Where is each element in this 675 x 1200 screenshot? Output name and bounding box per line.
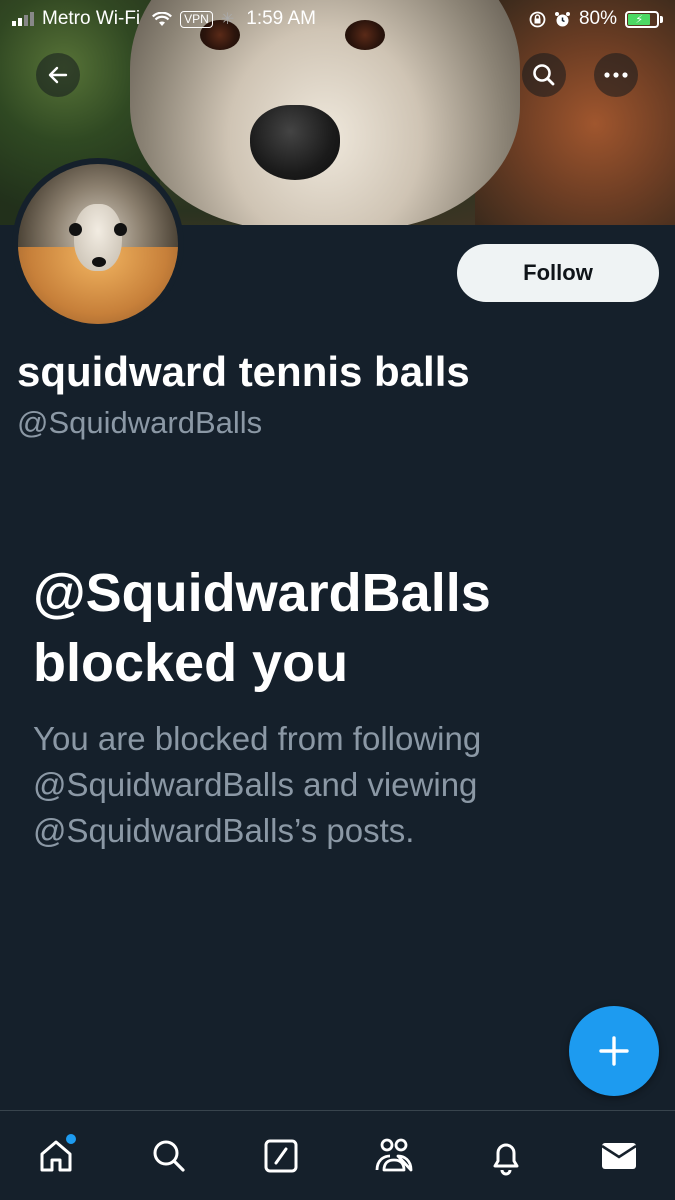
back-button[interactable] <box>36 53 80 97</box>
plus-icon <box>599 1036 629 1066</box>
search-button[interactable] <box>522 53 566 97</box>
notification-dot <box>66 1133 77 1144</box>
notifications-icon <box>493 1143 519 1175</box>
profile-avatar[interactable] <box>12 158 184 330</box>
arrow-left-icon <box>48 66 68 84</box>
search-icon <box>153 1140 185 1172</box>
wifi-icon <box>152 11 173 27</box>
more-horizontal-icon <box>604 72 628 78</box>
messages-icon <box>601 1142 637 1169</box>
nav-messages[interactable] <box>589 1126 649 1186</box>
follow-button[interactable]: Follow <box>457 244 659 302</box>
blocked-description: You are blocked from following @Squidwar… <box>33 720 482 849</box>
clock: 1:59 AM <box>246 8 316 29</box>
nav-notifications[interactable] <box>476 1126 536 1186</box>
communities-icon <box>375 1138 413 1171</box>
rotation-lock-icon <box>529 11 546 28</box>
battery-icon: ⚡ <box>625 10 663 28</box>
compose-tweet-button[interactable] <box>569 1006 659 1096</box>
activity-spinner-icon: ✳ <box>220 11 235 28</box>
alarm-icon <box>554 11 571 28</box>
more-options-button[interactable] <box>594 53 638 97</box>
nav-search[interactable] <box>139 1126 199 1186</box>
nav-home[interactable] <box>26 1126 86 1186</box>
user-handle: @SquidwardBalls <box>17 405 263 440</box>
carrier-label: Metro Wi-Fi <box>42 8 141 29</box>
status-bar: Metro Wi-Fi VPN ✳ 1:59 AM 80% ⚡ <box>0 0 675 38</box>
dog-nose <box>250 105 340 180</box>
avatar-image <box>18 164 178 324</box>
compose-icon <box>264 1139 298 1172</box>
nav-communities[interactable] <box>364 1126 424 1186</box>
blocked-title: @SquidwardBalls blocked you <box>33 563 491 693</box>
vpn-badge: VPN <box>180 10 213 28</box>
bottom-navigation <box>0 1110 675 1200</box>
cell-signal-icon <box>12 12 34 26</box>
search-icon <box>533 64 555 86</box>
battery-percent: 80% <box>578 8 617 29</box>
nav-compose[interactable] <box>251 1126 311 1186</box>
display-name: squidward tennis balls <box>17 348 470 395</box>
